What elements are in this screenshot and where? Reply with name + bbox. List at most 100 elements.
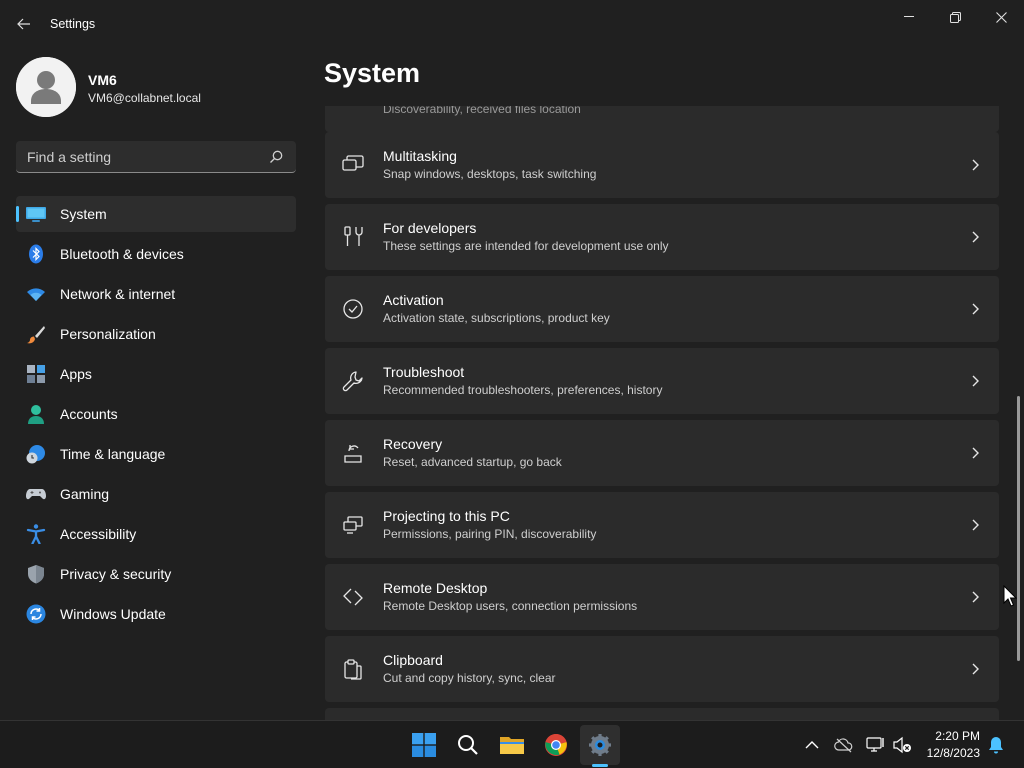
sidebar-item-label: System <box>60 206 107 222</box>
sidebar-item-label: Personalization <box>60 326 156 342</box>
start-button[interactable] <box>404 725 444 765</box>
settings-item-title: Troubleshoot <box>383 364 465 380</box>
search-icon <box>458 735 478 755</box>
onedrive-tray-button[interactable] <box>834 735 854 755</box>
search-input[interactable] <box>16 141 264 172</box>
chevron-right-icon <box>972 663 979 675</box>
chrome-icon <box>545 734 567 756</box>
chevron-right-icon <box>972 375 979 387</box>
search-icon[interactable] <box>268 149 284 165</box>
settings-item-title: Recovery <box>383 436 443 452</box>
checkmark-circle-icon <box>343 299 363 319</box>
mouse-cursor-icon <box>1003 585 1017 607</box>
person-icon <box>28 405 44 424</box>
monitor-icon <box>26 207 46 222</box>
chevron-right-icon <box>972 303 979 315</box>
sidebar-item-label: Accessibility <box>60 526 137 542</box>
sidebar-item-bluetooth[interactable]: Bluetooth & devices <box>16 236 296 272</box>
shield-icon <box>28 565 44 584</box>
settings-item-clipboard[interactable]: Clipboard Cut and copy history, sync, cl… <box>325 636 999 702</box>
user-name: VM6 <box>88 72 117 88</box>
settings-item-partial-bottom[interactable] <box>325 708 999 720</box>
sidebar-item-gaming[interactable]: Gaming <box>16 476 296 512</box>
settings-item-for-developers[interactable]: For developers These settings are intend… <box>325 204 999 270</box>
chevron-right-icon <box>972 447 979 459</box>
sidebar-nav: System Bluetooth & devices Network & int… <box>16 196 296 636</box>
settings-item-troubleshoot[interactable]: Troubleshoot Recommended troubleshooters… <box>325 348 999 414</box>
sidebar-item-label: Network & internet <box>60 286 176 302</box>
notification-bell-icon <box>989 737 1003 754</box>
apps-icon <box>27 365 45 383</box>
avatar[interactable] <box>16 57 76 117</box>
settings-item-partial[interactable]: Discoverability, received files location <box>325 106 999 132</box>
sidebar-item-label: Time & language <box>60 446 166 462</box>
network-icon <box>866 737 884 752</box>
file-explorer-icon <box>500 737 524 754</box>
wrench-icon <box>342 371 363 392</box>
update-icon <box>26 604 46 624</box>
search-box <box>16 141 296 173</box>
start-icon <box>412 733 436 757</box>
settings-item-title: For developers <box>383 220 477 236</box>
settings-item-title: Remote Desktop <box>383 580 488 596</box>
settings-item-subtitle: Recommended troubleshooters, preferences… <box>383 383 663 397</box>
settings-item-activation[interactable]: Activation Activation state, subscriptio… <box>325 276 999 342</box>
volume-tray-button[interactable] <box>892 735 912 755</box>
settings-item-multitasking[interactable]: Multitasking Snap windows, desktops, tas… <box>325 132 999 198</box>
settings-item-subtitle: Cut and copy history, sync, clear <box>383 671 556 685</box>
settings-item-subtitle: Remote Desktop users, connection permiss… <box>383 599 638 613</box>
settings-item-subtitle: These settings are intended for developm… <box>383 239 669 253</box>
settings-gear-icon <box>589 734 611 756</box>
chevron-up-icon <box>805 741 819 749</box>
sidebar-item-accessibility[interactable]: Accessibility <box>16 516 296 552</box>
clipboard-icon <box>344 659 362 680</box>
chevron-right-icon <box>972 159 979 171</box>
sidebar-item-time-language[interactable]: Time & language <box>16 436 296 472</box>
chrome-button[interactable] <box>536 725 576 765</box>
settings-taskbar-button[interactable] <box>580 725 620 765</box>
sidebar-item-windows-update[interactable]: Windows Update <box>16 596 296 632</box>
close-icon <box>995 11 1007 23</box>
title-bar: Settings <box>0 0 1024 48</box>
sidebar-item-personalization[interactable]: Personalization <box>16 316 296 352</box>
back-arrow-icon <box>17 18 30 30</box>
minimize-button[interactable] <box>886 2 932 32</box>
chevron-right-icon <box>972 519 979 531</box>
settings-item-remote-desktop[interactable]: Remote Desktop Remote Desktop users, con… <box>325 564 999 630</box>
settings-item-title: Clipboard <box>383 652 443 668</box>
minimize-icon <box>904 16 914 17</box>
settings-item-title: Multitasking <box>383 148 457 164</box>
sidebar-item-privacy-security[interactable]: Privacy & security <box>16 556 296 592</box>
wifi-icon <box>27 288 45 301</box>
settings-list: Discoverability, received files location… <box>325 106 1000 720</box>
clock-time[interactable]: 2:20 PM <box>918 729 980 743</box>
notifications-button[interactable] <box>986 735 1006 755</box>
sidebar-item-label: Apps <box>60 366 92 382</box>
network-tray-button[interactable] <box>866 735 886 755</box>
onedrive-offline-icon <box>834 738 853 753</box>
show-hidden-icons-button[interactable] <box>802 735 822 755</box>
settings-item-projecting[interactable]: Projecting to this PC Permissions, pairi… <box>325 492 999 558</box>
back-button[interactable] <box>10 10 38 38</box>
sidebar-item-accounts[interactable]: Accounts <box>16 396 296 432</box>
chevron-right-icon <box>972 231 979 243</box>
settings-item-subtitle: Discoverability, received files location <box>383 106 581 116</box>
file-explorer-button[interactable] <box>492 725 532 765</box>
scrollbar-thumb[interactable] <box>1017 396 1020 661</box>
user-email: VM6@collabnet.local <box>88 91 201 105</box>
chevron-right-icon <box>972 591 979 603</box>
settings-item-recovery[interactable]: Recovery Reset, advanced startup, go bac… <box>325 420 999 486</box>
projecting-icon <box>343 516 363 534</box>
gamepad-icon <box>26 489 46 500</box>
clock-date[interactable]: 12/8/2023 <box>918 746 980 760</box>
settings-item-subtitle: Activation state, subscriptions, product… <box>383 311 610 325</box>
sidebar-item-apps[interactable]: Apps <box>16 356 296 392</box>
sidebar-item-network[interactable]: Network & internet <box>16 276 296 312</box>
close-button[interactable] <box>978 2 1024 32</box>
app-title: Settings <box>50 17 96 31</box>
taskbar-search-button[interactable] <box>448 725 488 765</box>
maximize-button[interactable] <box>932 2 978 32</box>
bluetooth-icon <box>29 244 43 264</box>
sidebar-item-system[interactable]: System <box>16 196 296 232</box>
sidebar-item-label: Bluetooth & devices <box>60 246 184 262</box>
